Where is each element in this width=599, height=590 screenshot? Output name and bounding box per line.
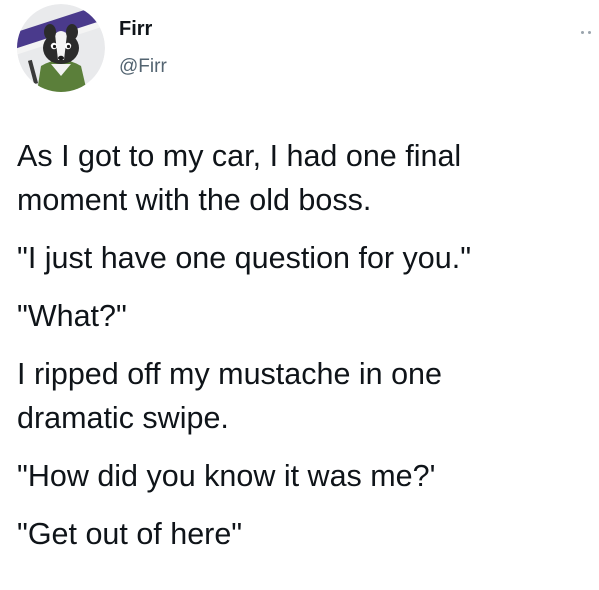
more-options-icon[interactable]: [578, 28, 598, 38]
more-dot-icon: [588, 31, 591, 34]
avatar[interactable]: [17, 4, 105, 92]
tweet-text: As I got to my car, I had one final mome…: [17, 134, 587, 570]
tweet-paragraph: "How did you know it was me?': [17, 459, 436, 493]
tweet-paragraph: "I just have one question for you.": [17, 241, 472, 275]
tweet-card: Firr @Firr As I got to my car, I had one…: [0, 0, 599, 590]
author-display-name[interactable]: Firr: [119, 18, 152, 41]
tweet-paragraph: "What?": [17, 299, 127, 333]
tweet-paragraph: As I got to my car, I had one final mome…: [17, 139, 462, 217]
skunk-avatar-icon: [17, 4, 105, 92]
more-dot-icon: [581, 31, 584, 34]
author-handle[interactable]: @Firr: [119, 56, 167, 78]
tweet-paragraph: I ripped off my mustache in one dramatic…: [17, 357, 442, 435]
tweet-paragraph: "Get out of here": [17, 517, 243, 551]
